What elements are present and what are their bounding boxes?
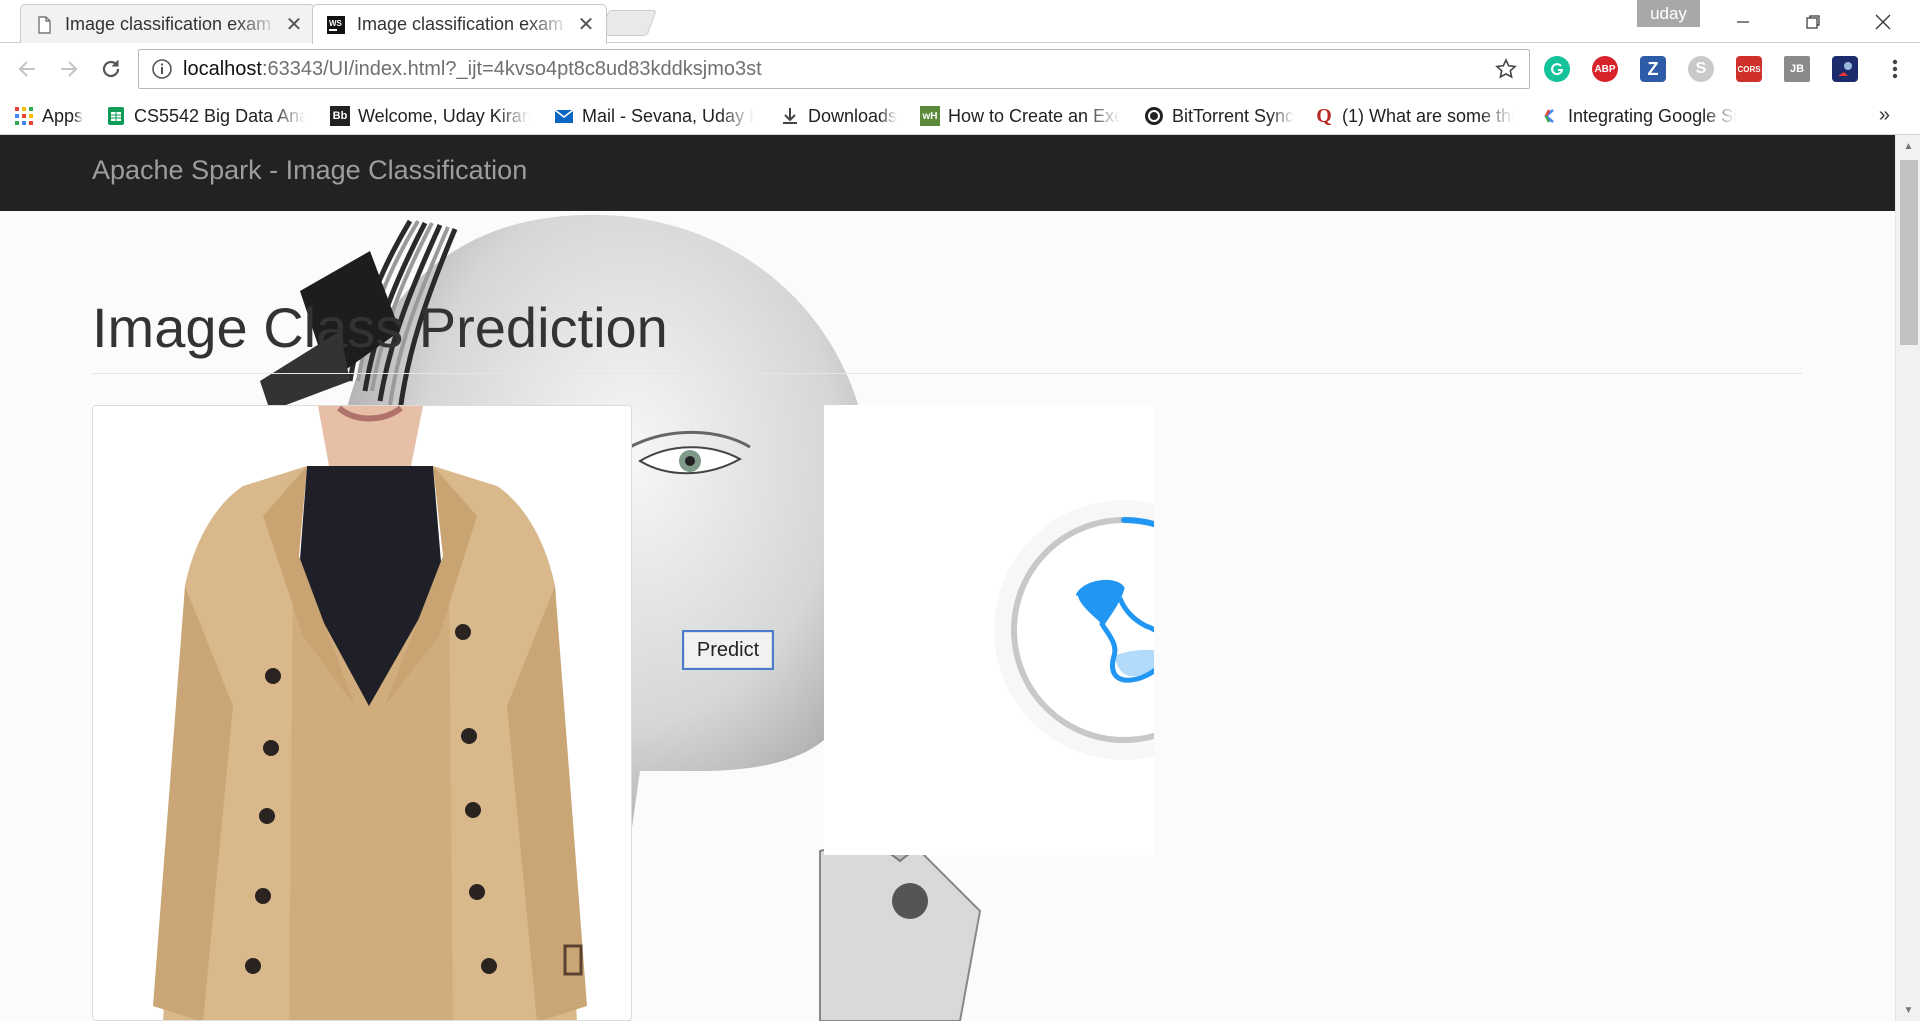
minimize-icon	[1737, 20, 1749, 23]
webstorm-icon: WS	[327, 15, 345, 34]
zotero-label: Z	[1647, 58, 1659, 79]
close-icon[interactable]: ✕	[284, 15, 304, 35]
bookmark-label: Apps	[42, 105, 84, 126]
bookmark-label: Mail - Sevana, Uday K	[582, 105, 754, 126]
back-button[interactable]	[10, 52, 44, 86]
bookmark-wikihow[interactable]: wH How to Create an Exe	[920, 104, 1120, 128]
prediction-result-panel	[824, 405, 1254, 855]
bookmark-apps[interactable]: Apps	[14, 104, 83, 128]
bookmarks-overflow-button[interactable]: »	[1879, 104, 1890, 127]
apps-grid-icon	[15, 107, 33, 125]
forward-button[interactable]	[52, 52, 86, 86]
bookmark-label: CS5542 Big Data Anal	[134, 105, 306, 126]
forward-arrow-icon	[61, 61, 78, 77]
adblock-plus-icon[interactable]: ABP	[1592, 56, 1618, 82]
bookmark-mail[interactable]: Mail - Sevana, Uday K	[554, 104, 754, 128]
close-icon[interactable]: ✕	[576, 15, 596, 35]
window-close-button[interactable]	[1854, 0, 1912, 43]
sheets-icon	[108, 107, 124, 125]
quora-icon: Q	[1316, 104, 1332, 127]
blackboard-icon: Bb	[330, 106, 350, 126]
cors-icon[interactable]: CORS	[1736, 56, 1762, 82]
input-image-card	[92, 405, 632, 1021]
bookmark-label: Welcome, Uday Kiran	[358, 105, 530, 126]
new-tab-button[interactable]	[599, 10, 657, 36]
page-icon	[38, 15, 51, 34]
tab-strip: Image classification exam ✕ WS Image cla…	[0, 0, 1920, 44]
zotero-icon[interactable]: Z	[1640, 56, 1666, 82]
browser-toolbar: localhost:63343/UI/index.html?_ijt=4kvso…	[0, 43, 1920, 97]
loading-spinner	[994, 500, 1254, 760]
bookmark-star-icon[interactable]	[1495, 58, 1517, 80]
bookmark-label: Integrating Google Si	[1568, 105, 1738, 126]
profile-button[interactable]: uday	[1637, 0, 1700, 27]
bookmark-label: How to Create an Exe	[948, 105, 1120, 126]
bookmark-blackboard[interactable]: Bb Welcome, Uday Kiran	[330, 104, 530, 128]
cors-label: CORS	[1737, 64, 1761, 74]
restore-button[interactable]	[1784, 0, 1842, 43]
bookmark-cs5542[interactable]: CS5542 Big Data Anal	[106, 104, 306, 128]
tab-title: Image classification exam	[357, 14, 564, 34]
url-path: :63343/UI/index.html?_ijt=4kvso4pt8c8ud8…	[261, 57, 762, 80]
predict-button[interactable]: Predict	[682, 630, 774, 670]
rocket-icon[interactable]	[1832, 56, 1858, 82]
adblock-label: ABP	[1594, 63, 1616, 75]
bookmarks-bar: Apps CS5542 Big Data Anal Bb Welcome, Ud…	[0, 97, 1920, 135]
bookmark-downloads[interactable]: Downloads	[780, 104, 897, 128]
bookmark-google-sites[interactable]: Integrating Google Si	[1540, 104, 1737, 128]
bookmark-label: Downloads	[808, 105, 898, 126]
bittorrent-icon	[1145, 107, 1163, 125]
bookmark-bittorrent[interactable]: BitTorrent Sync	[1144, 104, 1294, 128]
back-arrow-icon	[18, 61, 35, 77]
site-navbar: Apache Spark - Image Classification	[0, 135, 1895, 211]
page-scrollbar[interactable]: ▲ ▼	[1895, 135, 1920, 1021]
bookmark-label: (1) What are some thi	[1342, 105, 1514, 126]
scroll-thumb[interactable]	[1900, 160, 1918, 345]
scroll-up-arrow-icon[interactable]: ▲	[1896, 135, 1920, 157]
tab-title: Image classification exam	[65, 14, 272, 34]
download-icon	[783, 108, 797, 124]
scroll-down-arrow-icon[interactable]: ▼	[1896, 999, 1920, 1021]
bookmark-quora[interactable]: Q (1) What are some thi	[1314, 104, 1514, 128]
minimize-button[interactable]	[1714, 0, 1772, 43]
tab-1[interactable]: Image classification exam ✕	[20, 4, 315, 44]
mail-icon	[554, 109, 574, 123]
close-icon	[1875, 14, 1891, 29]
reload-icon	[102, 60, 120, 78]
skype-icon[interactable]: S	[1688, 56, 1714, 82]
page-viewport: Apache Spark - Image Classification Imag…	[0, 135, 1895, 1021]
grammarly-icon[interactable]	[1544, 56, 1570, 82]
tab-2[interactable]: WS Image classification exam ✕	[312, 4, 607, 44]
jetbrains-icon[interactable]: JB	[1784, 56, 1810, 82]
title-divider	[92, 373, 1802, 374]
reload-button[interactable]	[94, 52, 128, 86]
chrome-menu-button[interactable]	[1878, 52, 1912, 86]
info-icon	[152, 59, 172, 79]
trench-coat-image	[93, 406, 631, 1020]
bookmark-label: BitTorrent Sync	[1172, 105, 1295, 126]
navbar-brand[interactable]: Apache Spark - Image Classification	[92, 155, 527, 186]
address-bar[interactable]: localhost:63343/UI/index.html?_ijt=4kvso…	[138, 49, 1530, 89]
svg-text:WS: WS	[329, 19, 343, 28]
restore-icon	[1806, 14, 1820, 29]
more-vert-icon	[1892, 59, 1898, 79]
jetbrains-label: JB	[1789, 63, 1805, 75]
google-icon	[1544, 109, 1554, 123]
page-title: Image Class Prediction	[92, 296, 668, 359]
url-host: localhost	[183, 57, 262, 80]
wikihow-icon: wH	[920, 106, 940, 126]
